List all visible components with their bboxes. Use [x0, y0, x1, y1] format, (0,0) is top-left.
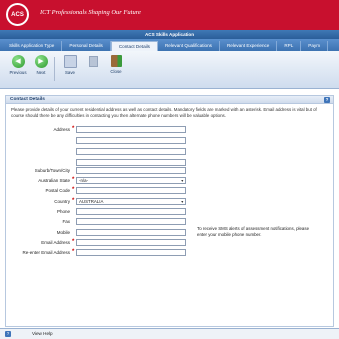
country-row: Country * AUSTRALIA ▼: [6, 198, 335, 205]
address-line-4-input[interactable]: [76, 159, 186, 166]
postcode-input[interactable]: [76, 187, 186, 194]
address-line-3-row: [6, 148, 335, 155]
suburb-row: Suburb/Town/City: [6, 167, 335, 174]
state-value: -n/a-: [79, 178, 89, 183]
fax-input[interactable]: [76, 218, 186, 225]
chevron-down-icon: ▼: [180, 200, 184, 204]
required-marker: *: [72, 177, 75, 183]
tab-contact-details[interactable]: Contact Details: [110, 41, 158, 51]
tab-skills-application-type[interactable]: Skills Application Type: [2, 41, 63, 51]
section-header: Contact Details ?: [6, 96, 333, 104]
previous-label: Previous: [9, 70, 27, 75]
arrow-right-icon: ▶: [34, 55, 48, 68]
postcode-row: Postal Code *: [6, 187, 335, 194]
tab-bar: Skills Application Type Personal Details…: [0, 39, 339, 51]
next-button[interactable]: ▶ Next: [28, 55, 54, 75]
save-label: Save: [64, 70, 75, 75]
next-label: Next: [36, 70, 46, 75]
contact-details-panel: Contact Details ? Please provide details…: [5, 95, 334, 327]
acs-logo: ACS: [6, 3, 29, 26]
required-marker: *: [72, 126, 75, 132]
mobile-label: Mobile: [56, 230, 70, 235]
app-title: ACS Skills Application: [0, 30, 339, 39]
reenter-email-input[interactable]: [76, 249, 186, 256]
mobile-sms-note: To receive SMS alerts of assessment noti…: [197, 226, 310, 237]
postcode-label: Postal Code: [45, 188, 70, 193]
country-select[interactable]: AUSTRALIA ▼: [76, 198, 186, 205]
suburb-input[interactable]: [76, 167, 186, 174]
address-row: Address *: [6, 126, 335, 133]
state-row: Australian State * -n/a- ▼: [6, 177, 335, 184]
reenter-email-row: Re-enter Email Address *: [6, 249, 335, 256]
header-banner: ACS ICT Professionals Shaping Our Future: [0, 0, 339, 30]
required-marker: *: [72, 198, 75, 204]
fax-row: Fax: [6, 218, 335, 225]
address-line-3-input[interactable]: [76, 148, 186, 155]
help-icon[interactable]: ?: [324, 97, 330, 103]
country-label: Country: [54, 199, 70, 204]
reenter-email-label: Re-enter Email Address: [22, 250, 70, 255]
trash-icon: [88, 56, 98, 67]
disk-icon: [63, 55, 77, 68]
state-select[interactable]: -n/a- ▼: [76, 177, 186, 184]
tab-rpl[interactable]: RPL: [277, 41, 302, 51]
suburb-label: Suburb/Town/City: [34, 168, 70, 173]
required-marker: *: [72, 187, 75, 193]
tab-relevant-qualifications[interactable]: Relevant Qualifications: [158, 41, 220, 51]
tab-payment[interactable]: Paym: [301, 41, 329, 51]
help-icon[interactable]: ?: [5, 331, 11, 337]
email-input[interactable]: [76, 239, 186, 246]
address-line-2-input[interactable]: [76, 137, 186, 144]
toolbar-divider: [54, 57, 55, 81]
phone-label: Phone: [56, 209, 70, 214]
required-marker: *: [72, 239, 75, 245]
header-tagline: ICT Professionals Shaping Our Future: [40, 9, 141, 16]
phone-input[interactable]: [76, 208, 186, 215]
address-line-4-row: [6, 159, 335, 166]
email-label: Email Address: [41, 240, 70, 245]
required-marker: *: [72, 249, 75, 255]
toolbar: ◀ Previous ▶ Next Save Close: [0, 51, 339, 89]
address-line-2-row: [6, 137, 335, 144]
email-row: Email Address *: [6, 239, 335, 246]
tab-personal-details[interactable]: Personal Details: [62, 41, 111, 51]
arrow-left-icon: ◀: [11, 55, 25, 68]
mobile-input[interactable]: [76, 229, 186, 236]
phone-row: Phone: [6, 208, 335, 215]
chevron-down-icon: ▼: [180, 179, 184, 183]
footer-bar: ? View Help: [0, 328, 339, 339]
tab-relevant-experience[interactable]: Relevant Experience: [220, 41, 278, 51]
address-line-1-input[interactable]: [76, 126, 186, 133]
view-help-link[interactable]: View Help: [32, 331, 53, 337]
close-label: Close: [110, 69, 122, 74]
address-label: Address: [53, 127, 70, 132]
close-button[interactable]: Close: [103, 55, 129, 74]
fax-label: Fax: [62, 219, 70, 224]
logo-text: ACS: [11, 11, 24, 18]
section-title: Contact Details: [10, 97, 45, 102]
exit-door-icon: [110, 55, 122, 67]
intro-text: Please provide details of your current r…: [11, 107, 317, 118]
state-label: Australian State: [38, 178, 70, 183]
country-value: AUSTRALIA: [79, 199, 104, 204]
